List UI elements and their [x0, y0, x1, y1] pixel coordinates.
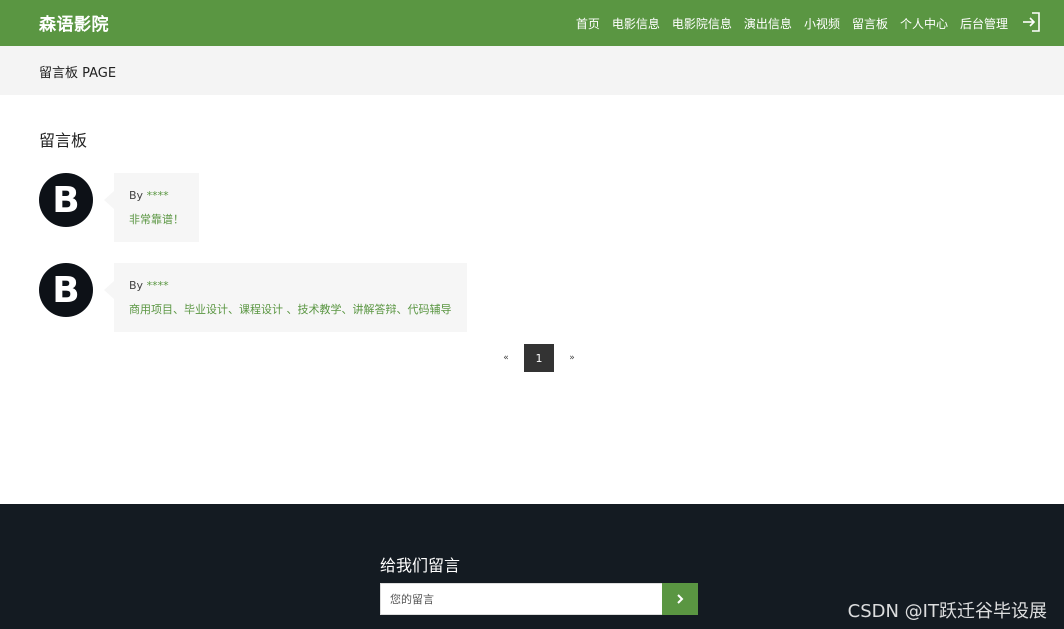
comment-bubble: By **** 商用项目、毕业设计、课程设计 、技术教学、讲解答辩、代码辅导 — [104, 263, 467, 332]
comment-author: **** — [146, 189, 169, 202]
nav-item-profile[interactable]: 个人中心 — [900, 15, 948, 32]
main-nav: 首页 电影信息 电影院信息 演出信息 小视频 留言板 个人中心 后台管理 — [564, 0, 1008, 46]
breadcrumb-text: 留言板 PAGE — [39, 66, 117, 81]
message-input[interactable] — [380, 583, 663, 615]
pagination: « 1 » — [497, 344, 581, 372]
nav-item-guestbook[interactable]: 留言板 — [852, 15, 888, 32]
nav-item-home[interactable]: 首页 — [576, 15, 600, 32]
logout-icon[interactable] — [1022, 12, 1040, 32]
nav-item-shows[interactable]: 演出信息 — [744, 15, 792, 32]
comment-author-line: By **** — [129, 279, 452, 292]
comment-message: 商用项目、毕业设计、课程设计 、技术教学、讲解答辩、代码辅导 — [129, 303, 452, 316]
top-navbar: 森语影院 首页 电影信息 电影院信息 演出信息 小视频 留言板 个人中心 后台管… — [0, 0, 1064, 46]
pagination-next[interactable]: » — [563, 353, 581, 363]
by-label: By — [129, 189, 144, 202]
comment-author-line: By **** — [129, 189, 184, 202]
pagination-page-current[interactable]: 1 — [524, 344, 554, 372]
nav-item-videos[interactable]: 小视频 — [804, 15, 840, 32]
chevron-right-icon — [677, 594, 684, 604]
avatar: B — [39, 263, 93, 317]
site-logo[interactable]: 森语影院 — [39, 10, 109, 35]
message-submit-button[interactable] — [662, 583, 698, 615]
nav-item-admin[interactable]: 后台管理 — [960, 15, 1008, 32]
comment-bubble: By **** 非常靠谱！ — [104, 173, 199, 242]
comment-message: 非常靠谱！ — [129, 213, 184, 226]
by-label: By — [129, 279, 144, 292]
nav-item-cinemas[interactable]: 电影院信息 — [672, 15, 732, 32]
avatar: B — [39, 173, 93, 227]
pagination-prev[interactable]: « — [497, 353, 515, 363]
watermark: CSDN @IT跃迁谷毕设展 — [847, 601, 1047, 622]
footer: 给我们留言 CSDN @IT跃迁谷毕设展 — [0, 504, 1064, 629]
footer-message-title: 给我们留言 — [380, 556, 461, 575]
comment-author: **** — [146, 279, 169, 292]
page-title: 留言板 — [39, 131, 88, 150]
breadcrumb: 留言板 PAGE — [0, 46, 1064, 95]
nav-item-movies[interactable]: 电影信息 — [612, 15, 660, 32]
